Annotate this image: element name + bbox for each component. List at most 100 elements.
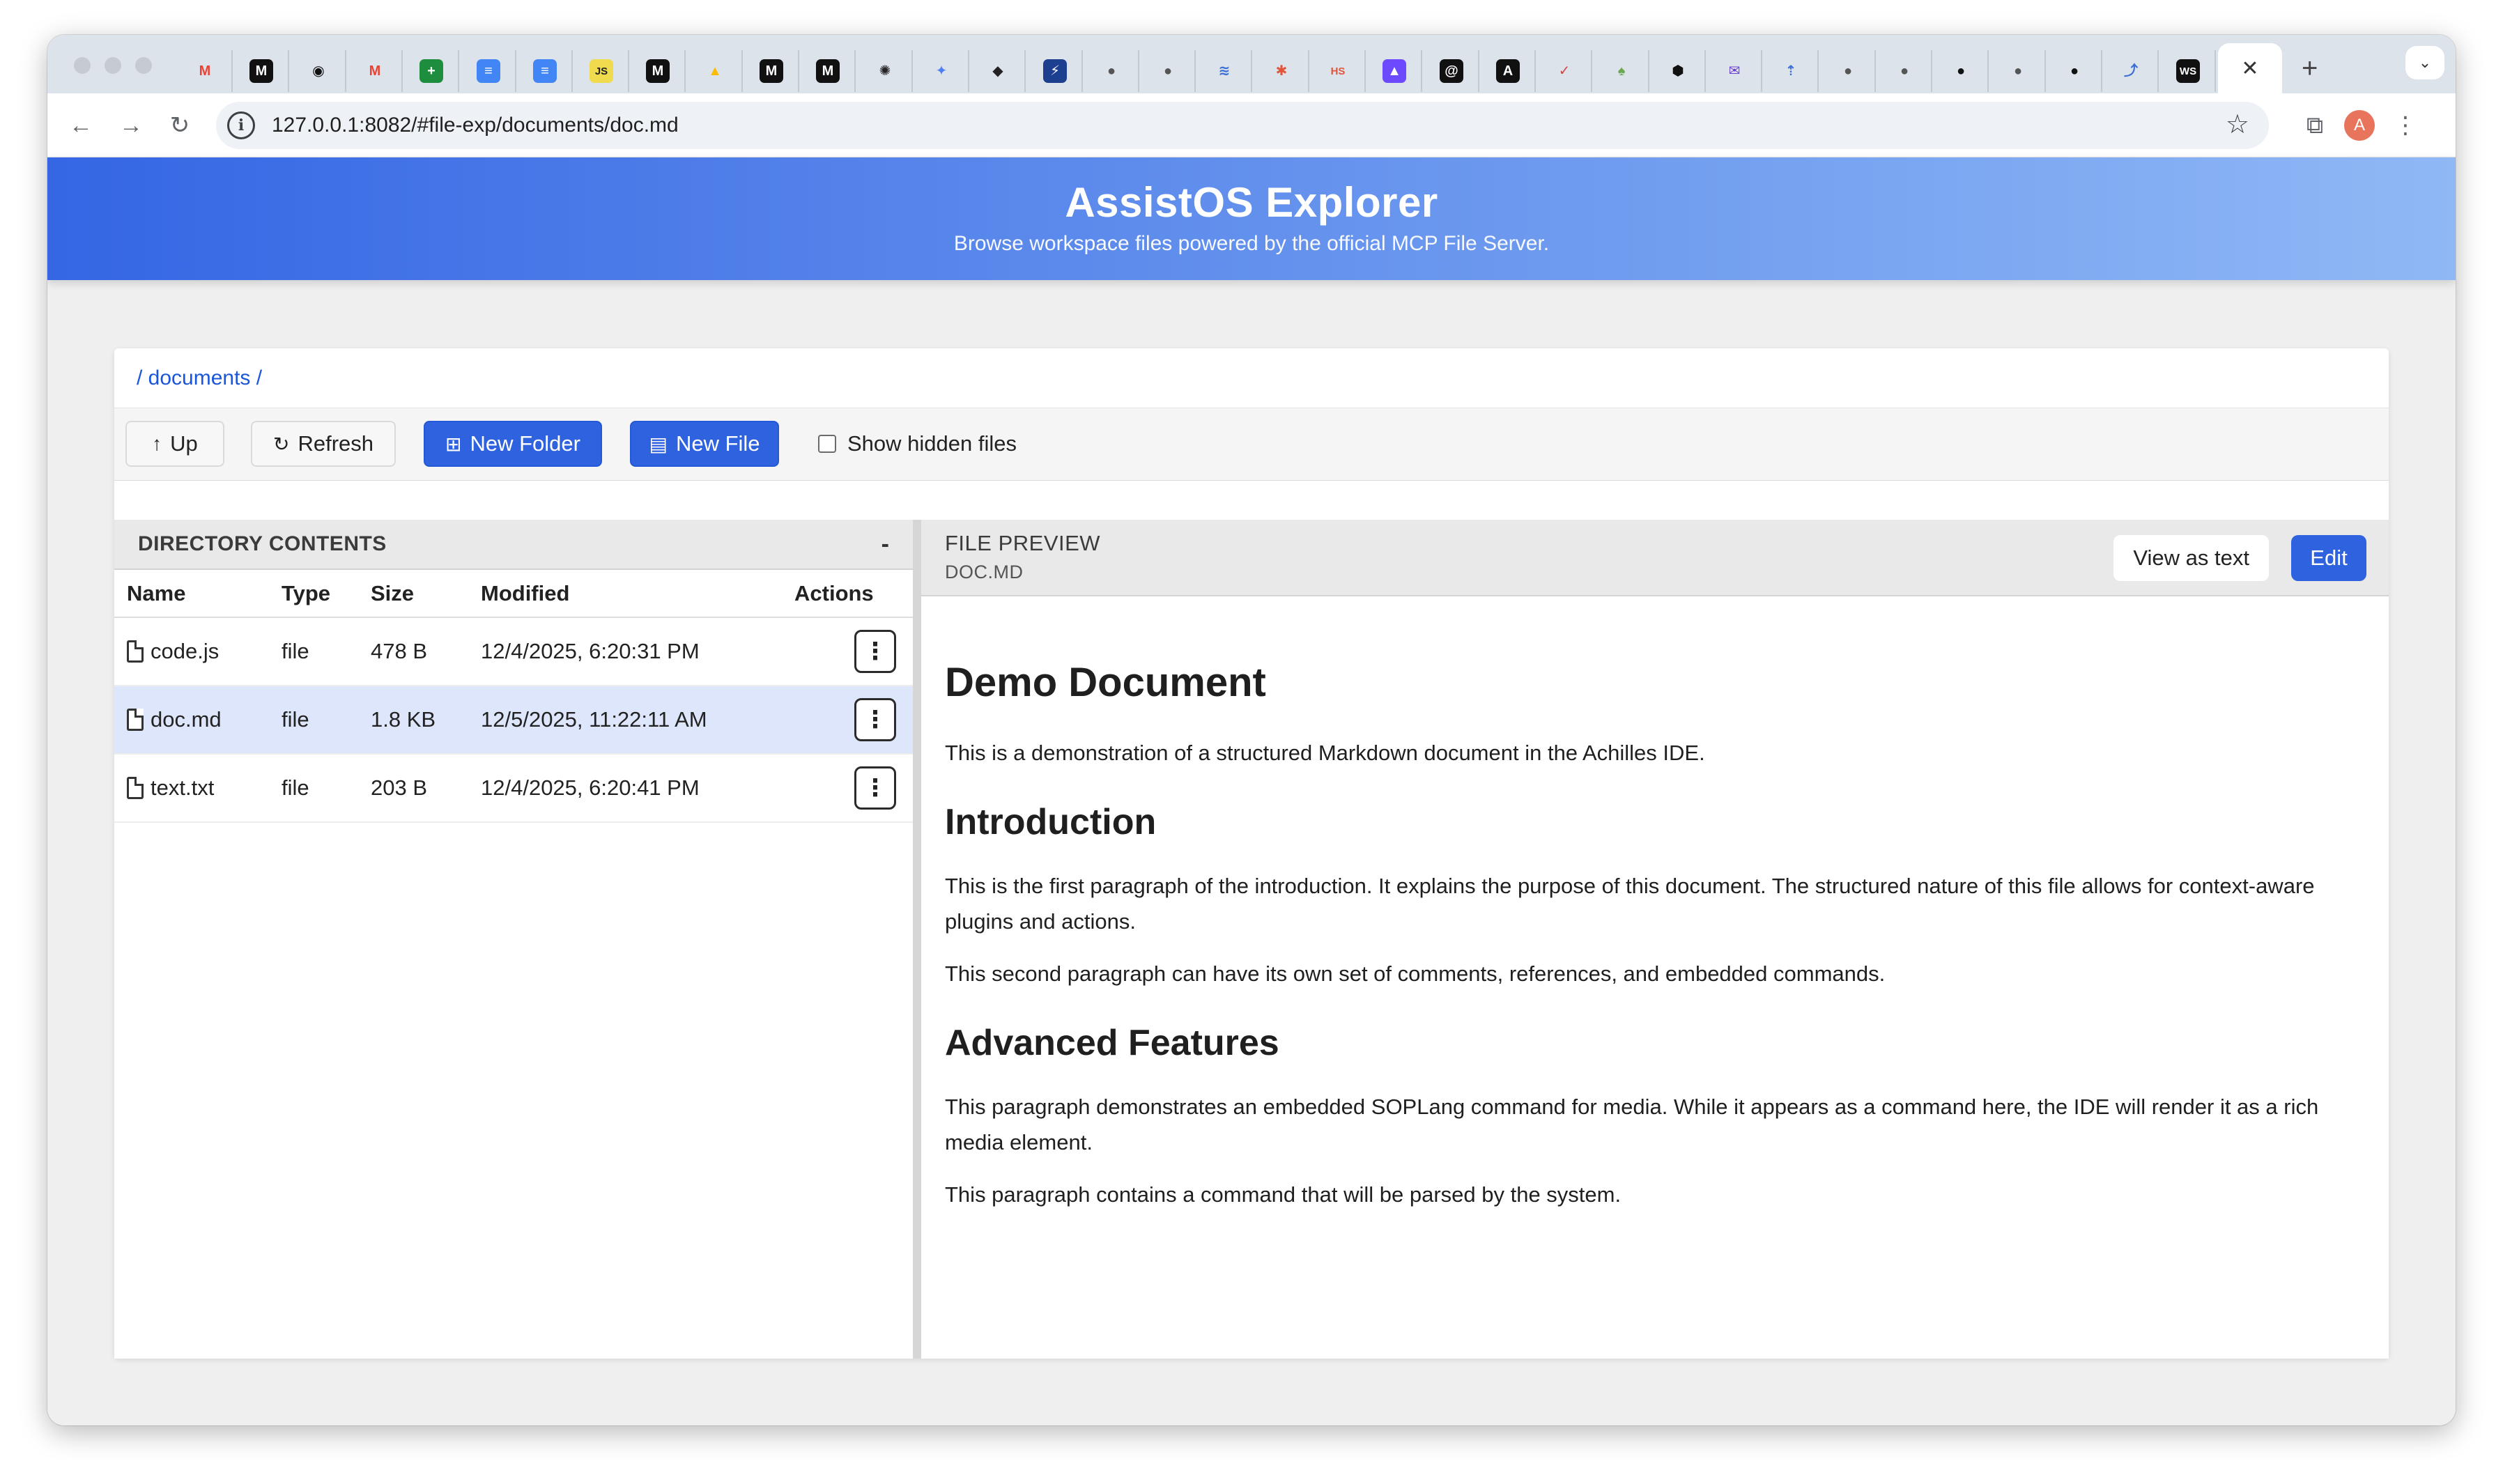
breadcrumb-link-documents[interactable]: / documents / <box>137 366 262 390</box>
row-actions-button[interactable]: ⋮ <box>854 766 896 810</box>
browser-tab[interactable]: ≡ <box>518 50 573 92</box>
new-tab-button[interactable]: + <box>2302 53 2318 84</box>
browser-tab[interactable]: WS <box>2162 50 2216 92</box>
browser-tab[interactable]: M <box>801 50 856 92</box>
view-as-text-button[interactable]: View as text <box>2113 535 2269 581</box>
table-row[interactable]: code.js file 478 B 12/4/2025, 6:20:31 PM ⋮ <box>114 617 913 686</box>
close-tab-icon[interactable]: ✕ <box>2241 56 2258 81</box>
browser-tab[interactable]: M <box>631 50 686 92</box>
browser-tab[interactable]: ≋ <box>1198 50 1252 92</box>
browser-tab[interactable]: + <box>405 50 459 92</box>
cell-actions: ⋮ <box>782 754 913 823</box>
globe-icon: ● <box>1163 63 1173 79</box>
site-info-icon[interactable]: i <box>227 111 255 139</box>
back-button[interactable]: ← <box>61 106 100 145</box>
browser-tab[interactable]: ◉ <box>292 50 346 92</box>
profile-button[interactable]: A <box>2340 106 2379 145</box>
row-actions-button[interactable]: ⋮ <box>854 630 896 673</box>
browser-tab[interactable]: ⤴ <box>2104 50 2159 92</box>
extensions-button[interactable]: ⧉ <box>2295 106 2334 145</box>
zoom-window-button[interactable] <box>135 57 152 74</box>
at-icon: @ <box>1440 59 1463 83</box>
browser-tab[interactable]: ⬢ <box>1651 50 1706 92</box>
browser-tab[interactable]: ≡ <box>462 50 516 92</box>
browser-tab[interactable]: A <box>1481 50 1536 92</box>
anthropic-icon: A <box>1496 59 1520 83</box>
more-vertical-icon: ⋮ <box>2394 112 2417 139</box>
browser-menu-button[interactable]: ⋮ <box>2386 106 2425 145</box>
browser-tab[interactable]: ▲ <box>688 50 743 92</box>
browser-tab[interactable]: M <box>178 50 233 92</box>
openai-icon: ✺ <box>879 63 891 79</box>
browser-tab[interactable]: ⇡ <box>1764 50 1819 92</box>
github-icon: ● <box>2070 63 2079 79</box>
browser-tab[interactable]: ♠ <box>1595 50 1649 92</box>
collapse-button[interactable]: - <box>881 531 889 558</box>
chevron-down-icon: ⌄ <box>2418 54 2432 71</box>
cell-name[interactable]: code.js <box>114 617 269 686</box>
browser-tab[interactable]: ● <box>1822 50 1876 92</box>
browser-tab[interactable]: ✉ <box>1708 50 1762 92</box>
reload-button[interactable]: ↻ <box>160 106 199 145</box>
browser-tab[interactable]: ● <box>1992 50 2046 92</box>
close-window-button[interactable] <box>74 57 91 74</box>
table-row[interactable]: text.txt file 203 B 12/4/2025, 6:20:41 PM ⋮ <box>114 754 913 823</box>
show-hidden-toggle[interactable]: Show hidden files <box>818 421 1017 467</box>
row-actions-button[interactable]: ⋮ <box>854 698 896 741</box>
github-icon: ● <box>1956 63 1966 79</box>
window-controls <box>74 57 152 74</box>
arrow-icon: ⇡ <box>1785 63 1797 79</box>
new-file-button[interactable]: ▤ New File <box>630 421 779 467</box>
bookmark-star-icon[interactable]: ☆ <box>2226 109 2249 140</box>
browser-tab[interactable]: ● <box>1085 50 1139 92</box>
cell-name[interactable]: doc.md <box>114 686 269 755</box>
cell-size: 478 B <box>358 617 468 686</box>
browser-tab[interactable]: ⚡ <box>1029 50 1083 92</box>
new-folder-button[interactable]: ⊞ New Folder <box>424 421 602 467</box>
refresh-button[interactable]: ↻ Refresh <box>251 421 396 467</box>
file-name[interactable]: doc.md <box>127 707 269 732</box>
browser-tab[interactable]: ✓ <box>1538 50 1592 92</box>
docs-icon: ≡ <box>533 59 557 83</box>
browser-tab[interactable]: ● <box>2048 50 2102 92</box>
forward-button[interactable]: → <box>111 106 151 145</box>
browser-tab[interactable]: ▲ <box>1368 50 1422 92</box>
browser-tab[interactable]: ✺ <box>858 50 913 92</box>
browser-tab[interactable]: M <box>348 50 403 92</box>
table-row[interactable]: doc.md file 1.8 KB 12/5/2025, 11:22:11 AM ⋮ <box>114 686 913 755</box>
browser-tab[interactable]: ● <box>1934 50 1989 92</box>
show-hidden-checkbox[interactable] <box>818 435 836 453</box>
tab-search-button[interactable]: ⌄ <box>2405 46 2444 79</box>
minimize-window-button[interactable] <box>105 57 121 74</box>
browser-tab[interactable]: ✱ <box>1255 50 1309 92</box>
address-bar[interactable]: i 127.0.0.1:8082/#file-exp/documents/doc… <box>216 102 2269 149</box>
edit-button[interactable]: Edit <box>2291 535 2366 581</box>
browser-tab[interactable]: ◆ <box>971 50 1026 92</box>
cell-type: file <box>269 754 358 823</box>
browser-tab[interactable]: ✦ <box>915 50 969 92</box>
file-name[interactable]: text.txt <box>127 775 269 801</box>
js-icon: JS <box>590 59 613 83</box>
cell-name[interactable]: text.txt <box>114 754 269 823</box>
column-header-modified[interactable]: Modified <box>468 570 782 618</box>
column-header-type[interactable]: Type <box>269 570 358 618</box>
preview-title: FILE PREVIEW <box>945 531 1101 555</box>
pane-resizer[interactable] <box>913 520 921 1359</box>
column-header-size[interactable]: Size <box>358 570 468 618</box>
browser-tab[interactable]: @ <box>1425 50 1479 92</box>
browser-tab[interactable]: M <box>235 50 289 92</box>
up-button[interactable]: ↑ Up <box>125 421 224 467</box>
column-header-name[interactable]: Name <box>114 570 269 618</box>
browser-tab[interactable]: ● <box>1878 50 1932 92</box>
browser-tab[interactable]: ● <box>1141 50 1196 92</box>
browser-tab[interactable]: JS <box>575 50 629 92</box>
bird-icon: ♠ <box>1617 63 1626 79</box>
browser-tab[interactable]: M <box>745 50 799 92</box>
browser-tab[interactable]: HS <box>1311 50 1366 92</box>
more-vertical-icon: ⋮ <box>863 706 887 733</box>
active-browser-tab[interactable]: ✕ <box>2218 43 2282 93</box>
puzzle-icon: ⧉ <box>2306 111 2324 139</box>
doc-heading: Demo Document <box>945 660 1266 705</box>
file-name[interactable]: code.js <box>127 639 269 664</box>
cell-actions: ⋮ <box>782 686 913 755</box>
